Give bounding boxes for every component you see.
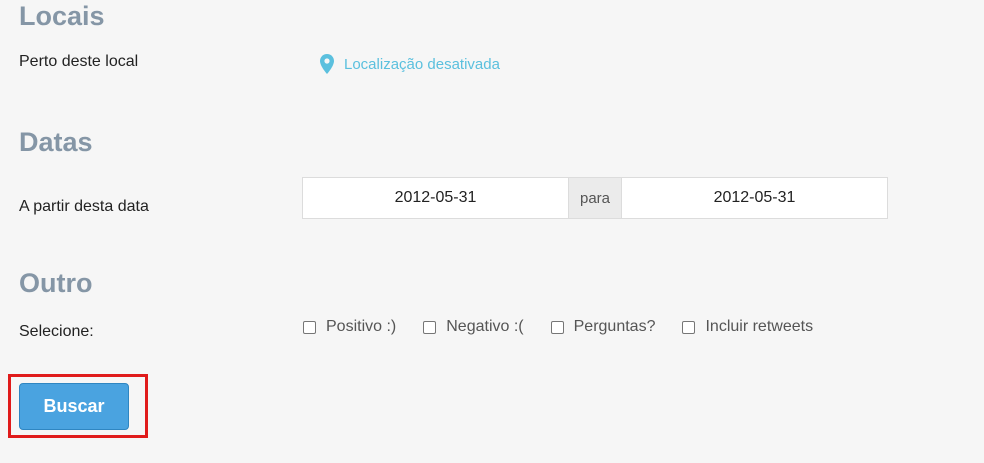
map-pin-icon (320, 54, 334, 74)
checkbox-label: Negativo :( (446, 318, 524, 335)
section-title-outro: Outro (19, 268, 93, 298)
checkbox-negativo[interactable]: Negativo :( (423, 318, 524, 336)
date-range-group: para (302, 177, 888, 219)
checkbox-incluir-retweets[interactable]: Incluir retweets (682, 318, 813, 336)
location-disabled-label: Localização desativada (344, 55, 500, 73)
checkbox-label: Perguntas? (573, 318, 656, 335)
date-separator: para (568, 178, 622, 218)
checkbox-perguntas[interactable]: Perguntas? (550, 318, 656, 336)
filter-options: Positivo :) Negativo :( Perguntas? Inclu… (303, 318, 840, 336)
checkbox-icon[interactable] (550, 320, 564, 334)
checkbox-label: Positivo :) (326, 318, 397, 335)
checkbox-positivo[interactable]: Positivo :) (303, 318, 396, 336)
checkbox-icon[interactable] (682, 320, 696, 334)
select-label: Selecione: (19, 323, 94, 340)
section-title-locais: Locais (19, 1, 105, 31)
search-button[interactable]: Buscar (19, 383, 129, 430)
near-location-label: Perto deste local (19, 53, 139, 70)
section-title-datas: Datas (19, 127, 93, 157)
start-date-input[interactable] (303, 178, 568, 218)
location-disabled-link[interactable]: Localização desativada (320, 54, 500, 74)
checkbox-label: Incluir retweets (705, 318, 814, 335)
checkbox-icon[interactable] (303, 320, 316, 334)
checkbox-icon[interactable] (423, 320, 437, 334)
end-date-input[interactable] (622, 178, 887, 218)
from-date-label: A partir desta data (19, 198, 149, 215)
